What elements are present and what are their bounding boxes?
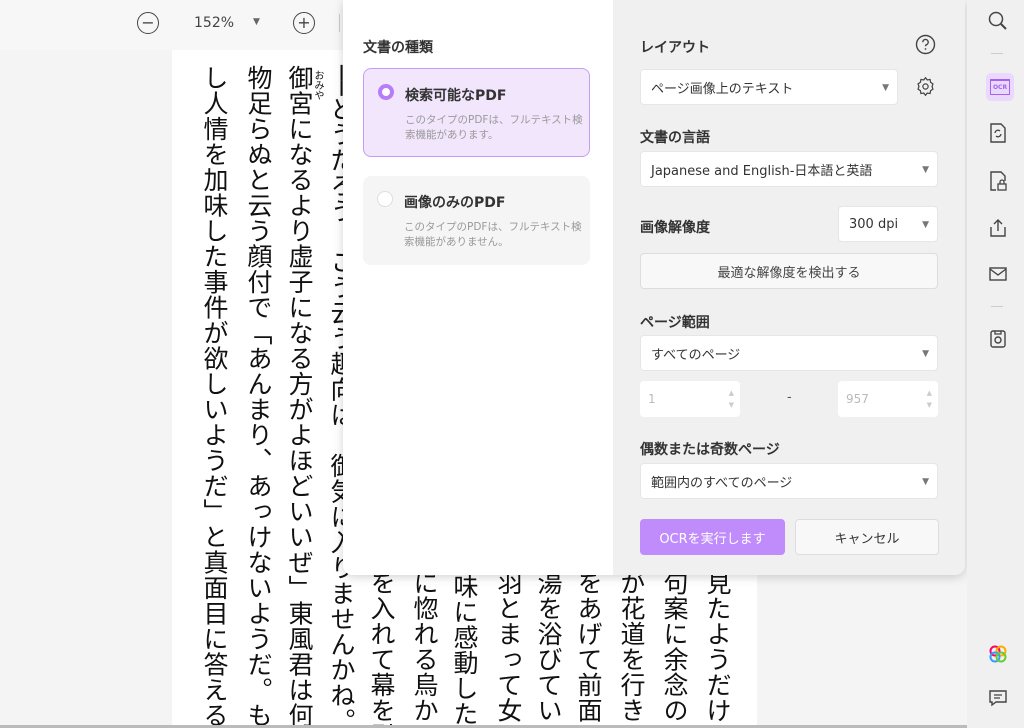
save-icon[interactable] [987, 328, 1009, 350]
text-column: に惚れる烏か [410, 570, 439, 723]
ocr-dialog: 文書の種類 検索可能なPDF このタイプのPDFは、フルテキスト検索機能がありま… [343, 0, 965, 575]
protect-lock-icon[interactable] [987, 170, 1009, 192]
text-column: 羽とまって女 [494, 570, 523, 723]
spinner-arrows-icon[interactable]: ▲ ▼ [729, 387, 734, 411]
document-type-panel: 文書の種類 検索可能なPDF このタイプのPDFは、フルテキスト検索機能がありま… [343, 0, 613, 575]
resolution-label: 画像解像度 [640, 220, 710, 236]
mail-icon[interactable] [987, 263, 1009, 285]
language-label: 文書の言語 [640, 130, 710, 146]
resolution-select[interactable]: 300 dpi ▼ [838, 206, 938, 242]
range-from-input[interactable]: 1 ▲ ▼ [640, 381, 740, 417]
caret-down-icon: ▼ [922, 477, 929, 487]
option-title: 画像のみのPDF [404, 195, 506, 211]
run-ocr-button[interactable]: OCRを実行します [640, 519, 785, 555]
caret-down-icon: ▼ [922, 165, 929, 175]
range-to-input[interactable]: 957 ▲ ▼ [838, 381, 938, 417]
minus-icon: − [141, 13, 155, 32]
plus-icon: + [297, 13, 311, 32]
option-desc: このタイプのPDFは、フルテキスト検索機能がありません。 [404, 221, 582, 248]
language-value: Japanese and English-日本語と英語 [651, 163, 873, 179]
range-dash: - [787, 390, 792, 405]
option-desc: このタイプのPDFは、フルテキスト検索機能があります。 [405, 114, 583, 141]
page-range-label: ページ範囲 [640, 315, 710, 331]
ai-assistant-logo-icon[interactable] [987, 643, 1009, 665]
caret-down-icon: ▼ [922, 349, 929, 359]
comment-icon[interactable] [987, 687, 1009, 709]
resolution-value: 300 dpi [849, 216, 899, 232]
sidebar-divider [991, 306, 1003, 307]
layout-value: ページ画像上のテキスト [651, 81, 794, 97]
language-select[interactable]: Japanese and English-日本語と英語 ▼ [640, 151, 938, 187]
ocr-icon: OCR [990, 79, 1010, 95]
radio-unselected-icon[interactable] [377, 191, 393, 207]
layout-select[interactable]: ページ画像上のテキスト ▼ [640, 69, 898, 105]
zoom-out-button[interactable]: − [137, 12, 159, 34]
option-title: 検索可能なPDF [405, 88, 507, 104]
ocr-tool-button[interactable]: OCR [986, 73, 1014, 101]
radio-selected-icon[interactable] [378, 84, 394, 100]
ocr-settings-panel: レイアウト ページ画像上のテキスト ▼ 文書の言語 Japanese and En… [613, 0, 965, 575]
text-column: が花道を行き [617, 570, 646, 723]
help-icon[interactable] [915, 34, 936, 55]
spinner-arrows-icon[interactable]: ▲ ▼ [927, 387, 932, 411]
zoom-toolbar: − 152% ▼ + [0, 0, 343, 50]
range-to-value: 957 [846, 392, 869, 406]
sidebar-divider [991, 53, 1003, 54]
text-column: し人情を加味した事件が欲しいようだ」と真面目に答える。 [200, 65, 229, 726]
text-column: 物足らぬと云う顔付で「あんまり、あっけないようだ。も [244, 65, 273, 726]
page-range-select[interactable]: すべてのページ ▼ [640, 335, 938, 371]
text-column: 見たようだけ [703, 570, 732, 723]
zoom-level[interactable]: 152% [194, 15, 234, 31]
text-column: を入れて幕を引 [367, 570, 396, 726]
even-odd-label: 偶数または奇数ページ [640, 442, 780, 458]
zoom-in-button[interactable]: + [293, 12, 315, 34]
even-odd-select[interactable]: 範囲内のすべてのページ ▼ [640, 463, 938, 499]
caret-down-icon: ▼ [882, 83, 889, 93]
option-image-only-pdf[interactable]: 画像のみのPDF このタイプのPDFは、フルテキスト検索機能がありません。 [363, 176, 590, 265]
gear-icon[interactable] [915, 76, 936, 97]
page-range-value: すべてのページ [651, 347, 741, 363]
doc-type-heading: 文書の種類 [363, 40, 433, 56]
share-icon[interactable] [987, 217, 1009, 239]
text-column: をあげて前面 [574, 570, 603, 723]
text-column: 湯を浴びてい [534, 570, 563, 723]
cancel-button[interactable]: キャンセル [795, 519, 939, 555]
convert-icon[interactable] [987, 122, 1009, 144]
text-column: 句案に余念の [660, 570, 689, 723]
zoom-dropdown-caret-icon[interactable]: ▼ [253, 17, 260, 27]
even-odd-value: 範囲内のすべてのページ [651, 475, 793, 491]
search-icon[interactable] [987, 10, 1009, 32]
detect-resolution-button[interactable]: 最適な解像度を検出する [640, 253, 938, 289]
option-searchable-pdf[interactable]: 検索可能なPDF このタイプのPDFは、フルテキスト検索機能があります。 [363, 68, 590, 157]
range-from-value: 1 [648, 392, 656, 406]
right-sidebar: OCR [967, 0, 1024, 728]
layout-label: レイアウト [640, 40, 710, 56]
text-column: 御宮になるより虚子になる方がよほどいいぜ」東風君は何 [285, 65, 314, 726]
toolbar-divider [339, 14, 340, 32]
caret-down-icon: ▼ [922, 220, 929, 230]
